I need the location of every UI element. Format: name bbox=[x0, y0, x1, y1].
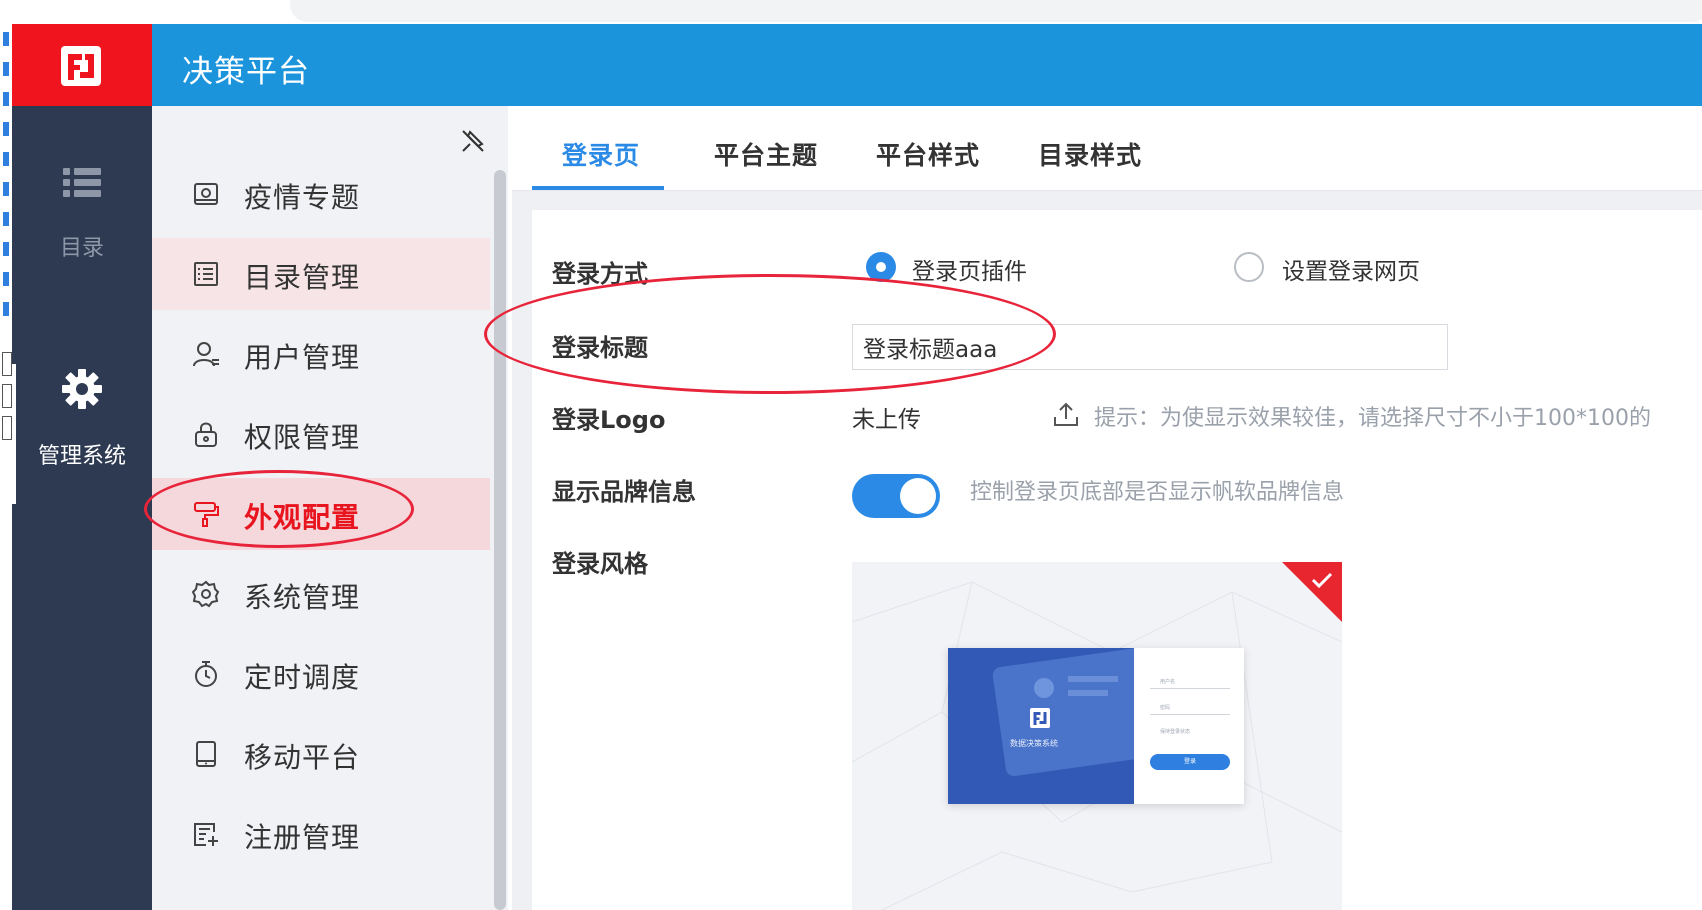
menu-item-user-management[interactable]: 用户管理 bbox=[152, 318, 490, 390]
show-brand-label: 显示品牌信息 bbox=[552, 478, 696, 506]
icon-sidebar: 目录 管理系统 bbox=[12, 106, 152, 910]
menu-item-label: 系统管理 bbox=[244, 581, 361, 614]
menu-item-registration[interactable]: 注册管理 bbox=[152, 798, 490, 870]
menu-item-label: 注册管理 bbox=[244, 821, 361, 854]
login-method-label: 登录方式 bbox=[552, 260, 648, 288]
menu-item-label: 定时调度 bbox=[244, 661, 361, 694]
menu-item-label: 目录管理 bbox=[244, 261, 361, 294]
nav-management-system[interactable]: 管理系统 bbox=[12, 368, 152, 470]
upload-icon[interactable] bbox=[1052, 400, 1080, 428]
menu-item-scheduling[interactable]: 定时调度 bbox=[152, 638, 490, 710]
menu-item-system-management[interactable]: 系统管理 bbox=[152, 558, 490, 630]
login-style-label: 登录风格 bbox=[552, 550, 648, 578]
menu-item-mobile-platform[interactable]: 移动平台 bbox=[152, 718, 490, 790]
tab-platform-theme[interactable]: 平台主题 bbox=[714, 136, 818, 172]
preview-username: 用户名 bbox=[1160, 679, 1176, 685]
check-icon bbox=[1311, 572, 1333, 589]
list-icon bbox=[63, 168, 101, 197]
directory-icon bbox=[194, 262, 218, 286]
menu-item-label: 移动平台 bbox=[244, 741, 361, 774]
tablet-icon bbox=[196, 741, 216, 767]
radio-login-plugin[interactable] bbox=[866, 252, 896, 282]
preview-brand-text: 数据决策系统 bbox=[1010, 739, 1058, 748]
paint-roller-icon bbox=[194, 502, 219, 527]
menu-item-directory-management[interactable]: 目录管理 bbox=[152, 238, 490, 310]
main-content: 登录页 平台主题 平台样式 目录样式 登录方式 登录页插件 设置登录网页 登录标… bbox=[512, 106, 1702, 910]
tab-bar: 登录页 平台主题 平台样式 目录样式 bbox=[512, 106, 1702, 191]
active-tab-underline bbox=[532, 186, 664, 190]
tab-platform-style[interactable]: 平台样式 bbox=[876, 136, 980, 172]
radio-custom-login-page[interactable] bbox=[1234, 252, 1264, 282]
secondary-menu: 疫情专题 目录管理 用户管理 权限管理 外观配置 系统管理 定时调度 移动平台 … bbox=[152, 106, 508, 910]
menu-item-label: 用户管理 bbox=[244, 341, 361, 374]
preview-logo-icon bbox=[1030, 708, 1050, 728]
show-brand-toggle[interactable] bbox=[852, 474, 940, 518]
menu-item-appearance-config[interactable]: 外观配置 bbox=[152, 478, 490, 550]
brand-logo[interactable] bbox=[12, 24, 152, 106]
menu-item-epidemic[interactable]: 疫情专题 bbox=[152, 158, 490, 230]
lock-icon bbox=[195, 422, 217, 447]
unpin-icon[interactable] bbox=[460, 128, 486, 154]
login-title-label: 登录标题 bbox=[552, 334, 648, 362]
user-icon bbox=[193, 342, 219, 367]
radio-custom-login-page-label[interactable]: 设置登录网页 bbox=[1282, 252, 1420, 286]
logo-size-hint: 提示：为使显示效果较佳，请选择尺寸不小于100*100的 bbox=[1094, 406, 1651, 431]
logo-upload-status: 未上传 bbox=[852, 407, 921, 433]
nav-management-label: 管理系统 bbox=[37, 444, 126, 469]
gear-outline-icon bbox=[192, 580, 220, 608]
menu-item-label: 疫情专题 bbox=[244, 181, 361, 214]
tab-directory-style[interactable]: 目录样式 bbox=[1038, 136, 1142, 172]
nav-directory[interactable]: 目录 bbox=[12, 166, 152, 262]
login-logo-label: 登录Logo bbox=[552, 406, 666, 434]
preview-username-line bbox=[1150, 688, 1230, 689]
menu-item-label: 权限管理 bbox=[244, 421, 361, 454]
login-preview: 数据决策系统 用户名 密码 保持登录状态 登录 bbox=[948, 648, 1244, 804]
radio-login-plugin-label[interactable]: 登录页插件 bbox=[912, 252, 1027, 286]
top-header: 决策平台 bbox=[152, 24, 1702, 106]
gear-icon bbox=[62, 369, 102, 409]
register-icon bbox=[194, 823, 218, 846]
dashboard-icon bbox=[194, 183, 218, 205]
fanruan-logo-icon bbox=[61, 46, 101, 86]
login-title-input[interactable] bbox=[852, 324, 1448, 370]
preview-login-button: 登录 bbox=[1150, 754, 1230, 770]
menu-scrollbar[interactable] bbox=[494, 170, 506, 910]
stopwatch-icon bbox=[195, 661, 217, 687]
preview-password-line bbox=[1150, 714, 1230, 715]
address-bar[interactable] bbox=[290, 0, 1702, 22]
menu-item-permission-management[interactable]: 权限管理 bbox=[152, 398, 490, 470]
menu-item-label: 外观配置 bbox=[244, 501, 361, 534]
app-title: 决策平台 bbox=[182, 54, 310, 90]
login-settings-panel: 登录方式 登录页插件 设置登录网页 登录标题 登录Logo 未上传 提示：为使显… bbox=[532, 210, 1702, 910]
tab-login-page[interactable]: 登录页 bbox=[562, 136, 640, 172]
login-style-card[interactable]: 数据决策系统 用户名 密码 保持登录状态 登录 bbox=[852, 562, 1342, 910]
toggle-knob bbox=[900, 478, 936, 514]
show-brand-hint: 控制登录页底部是否显示帆软品牌信息 bbox=[970, 480, 1345, 505]
browser-address-strip bbox=[0, 0, 1702, 25]
preview-remember: 保持登录状态 bbox=[1160, 729, 1191, 735]
preview-password: 密码 bbox=[1160, 705, 1171, 711]
nav-directory-label: 目录 bbox=[59, 236, 104, 261]
